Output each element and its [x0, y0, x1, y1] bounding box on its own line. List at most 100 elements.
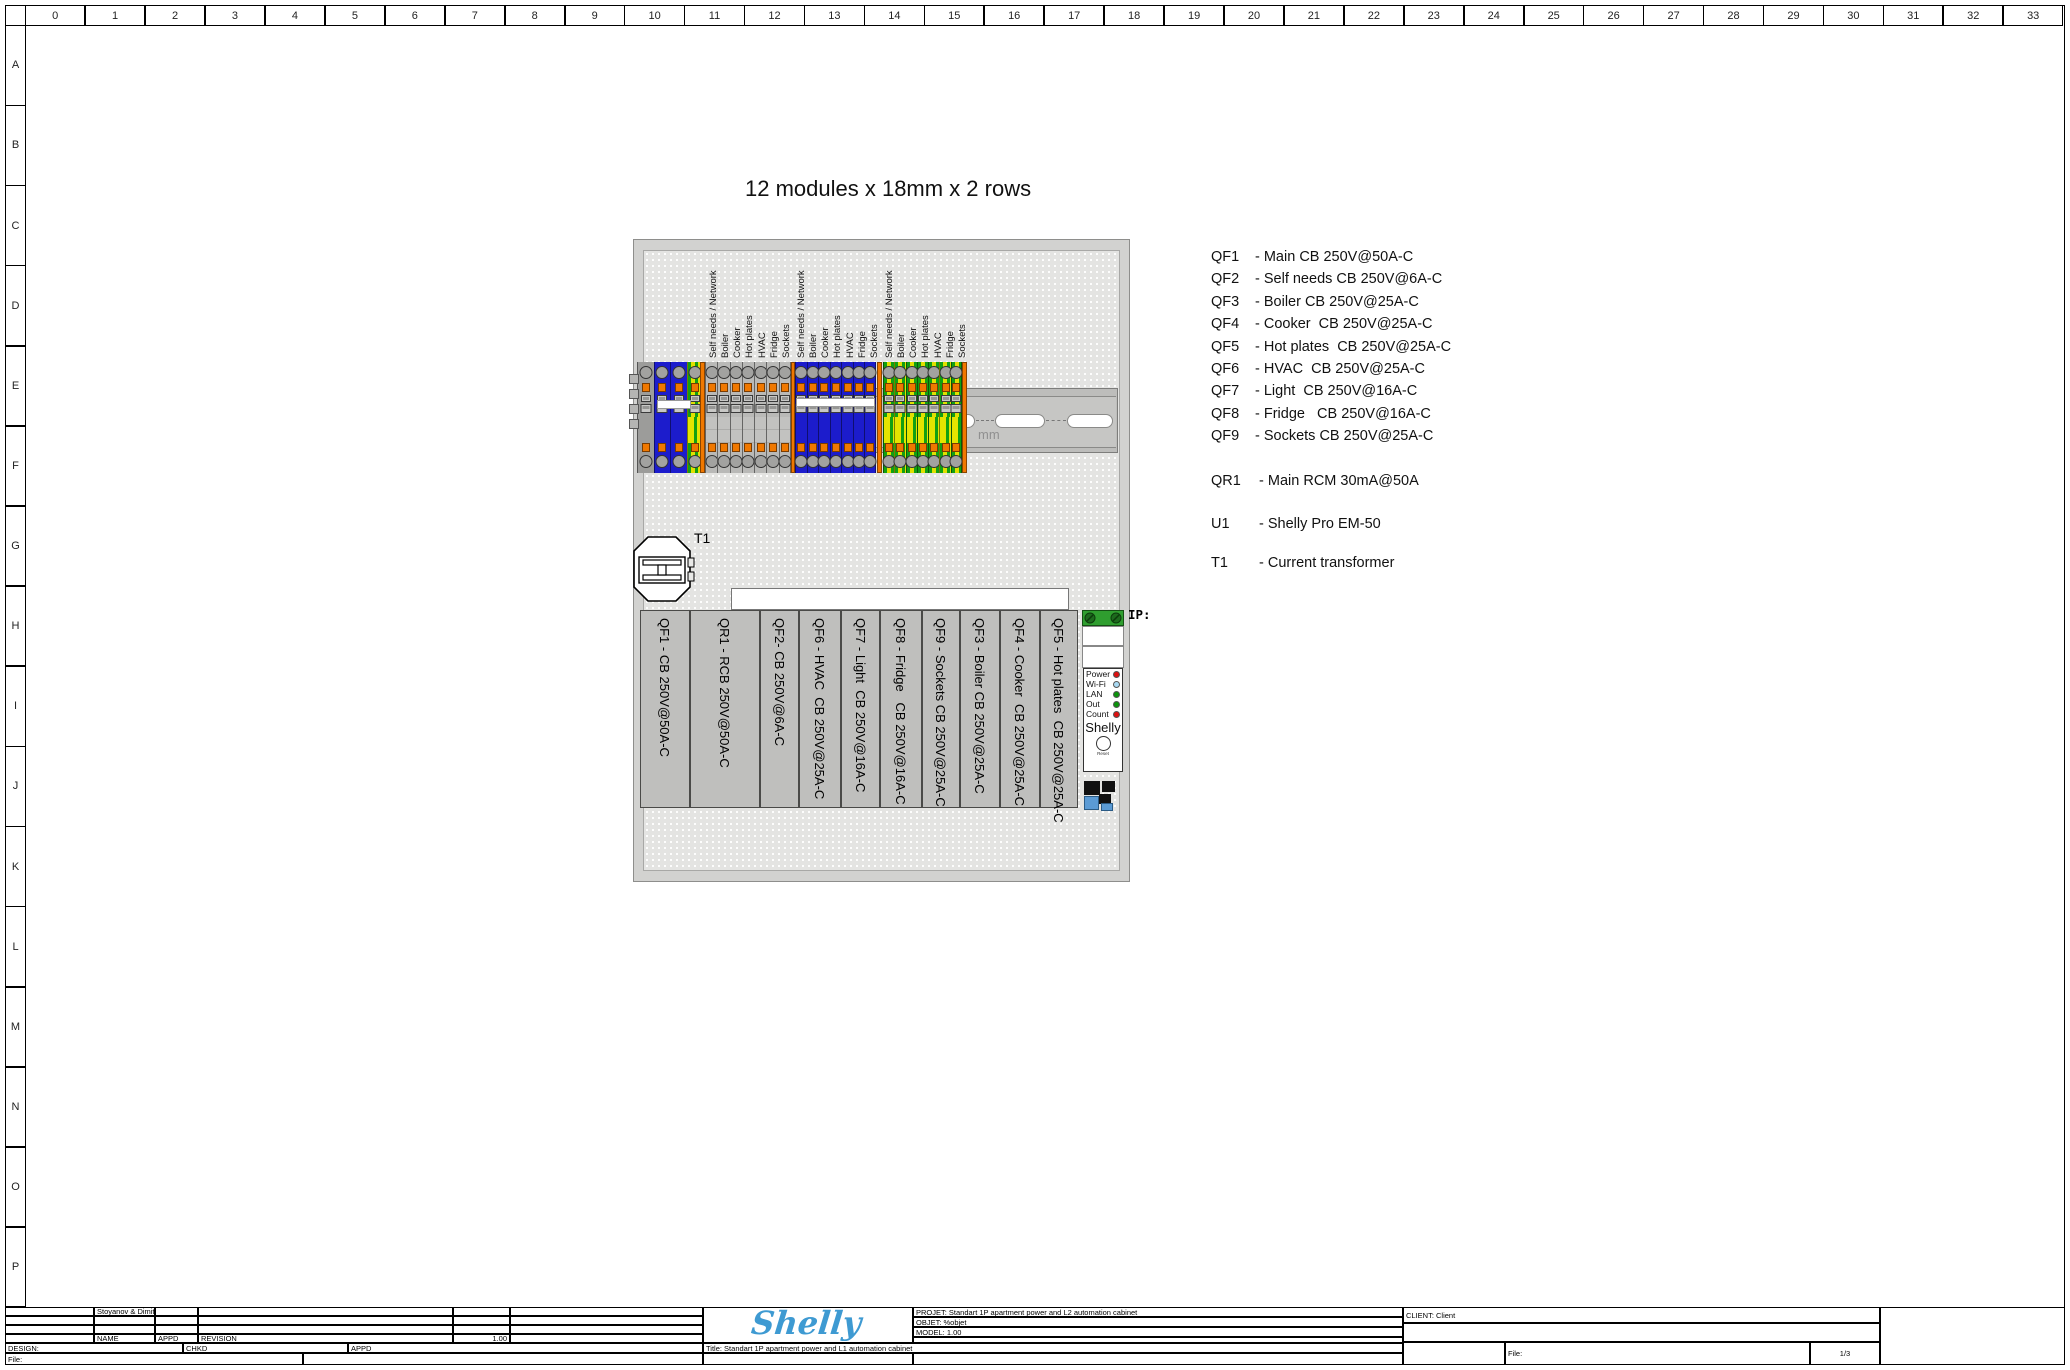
shelly-reset-label: Reset — [1084, 751, 1122, 756]
rail-centerline — [1046, 420, 1066, 421]
shelly-connector — [1102, 781, 1115, 792]
terminal-lever — [919, 383, 927, 392]
circuit-label: Sockets — [957, 324, 968, 358]
tb-empty — [913, 1337, 1403, 1343]
grid-row-label: B — [5, 105, 26, 186]
tb-empty — [510, 1307, 703, 1316]
tb-empty — [155, 1316, 198, 1325]
terminal-clamp — [756, 395, 766, 402]
shelly-reset-button[interactable] — [1096, 736, 1111, 751]
shelly-device[interactable]: PowerWi-FiLANOutCount Shelly Reset — [1082, 610, 1124, 818]
tb-empty — [510, 1325, 703, 1334]
tb-client: CLIENT: Client — [1403, 1307, 1880, 1323]
tb-revision-value: 1.00 — [453, 1334, 510, 1343]
grid-column-label: 23 — [1404, 5, 1464, 26]
terminal-clamp — [918, 395, 928, 402]
pe-stripe — [940, 417, 950, 443]
terminal-module — [717, 362, 729, 473]
circuit-label: Cooker — [908, 327, 919, 358]
legend-item: QF1- Main CB 250V@50A-C — [1211, 246, 1451, 268]
terminal-clamp — [641, 395, 651, 402]
shelly-logo: Shelly — [705, 1307, 911, 1341]
terminal-group-main[interactable] — [637, 362, 703, 473]
terminal-lever — [757, 443, 765, 452]
legend-item: QR1 - Main RCM 30mA@50A — [1211, 470, 1451, 492]
grid-column-label: 18 — [1104, 5, 1164, 26]
legend-desc: - Main CB 250V@50A-C — [1255, 246, 1413, 268]
terminal-lever — [675, 383, 683, 392]
grid-column-label: 28 — [1703, 5, 1763, 26]
circuit-label: Hot plates — [744, 315, 755, 358]
pe-stripe — [929, 417, 939, 443]
legend-desc: - Cooker CB 250V@25A-C — [1255, 313, 1433, 335]
circuit-label: Sockets — [781, 324, 792, 358]
terminal-clamp — [768, 404, 779, 413]
terminal-clamp — [718, 404, 729, 413]
terminal-module — [864, 362, 876, 473]
module-mid — [731, 417, 742, 443]
shelly-led-indicator — [1113, 711, 1120, 718]
tb-revision-label: REVISION — [198, 1334, 453, 1343]
terminal-lever — [866, 443, 874, 452]
terminal-lever — [720, 443, 728, 452]
tb-empty — [5, 1334, 94, 1343]
grid-column-label: 7 — [445, 5, 505, 26]
terminal-module — [730, 362, 742, 473]
terminal-clamp — [951, 395, 961, 402]
legend-ref: QF9 — [1211, 425, 1255, 447]
legend-ref: QF7 — [1211, 380, 1255, 402]
shelly-led-indicator — [1113, 701, 1120, 708]
terminal-lever — [820, 443, 828, 452]
tb-empty — [453, 1307, 510, 1316]
pe-stripe — [907, 417, 917, 443]
tb-objet: OBJET: %objet — [913, 1317, 1403, 1327]
tb-empty — [5, 1316, 94, 1325]
circuit-label: HVAC — [933, 332, 944, 358]
legend-item: QF7- Light CB 250V@16A-C — [1211, 380, 1451, 402]
current-transformer[interactable] — [631, 536, 695, 604]
grid-column-label: 17 — [1044, 5, 1104, 26]
grid-row-label: A — [5, 25, 26, 106]
legend-desc: - HVAC CB 250V@25A-C — [1255, 358, 1425, 380]
label-strip — [796, 398, 875, 407]
tb-empty — [198, 1307, 453, 1316]
terminal-group-pe[interactable] — [883, 362, 962, 473]
legend-ref: QF5 — [1211, 336, 1255, 358]
terminal-lever — [930, 443, 938, 452]
terminal-clamp — [707, 395, 717, 402]
terminal-port — [639, 455, 652, 468]
terminal-clamp — [907, 395, 917, 402]
tb-appd-label-2: APPD — [348, 1343, 703, 1353]
terminal-lever — [744, 443, 752, 452]
legend-item: QF6- HVAC CB 250V@25A-C — [1211, 358, 1451, 380]
grid-row-label: P — [5, 1227, 26, 1308]
legend-item: U1 - Shelly Pro EM-50 — [1211, 513, 1451, 535]
grid-column-label: 12 — [744, 5, 804, 26]
module-mid — [743, 417, 754, 443]
busbar-cover[interactable] — [731, 588, 1069, 610]
grid-column-label: 4 — [265, 5, 325, 26]
terminal-port — [730, 455, 743, 468]
terminal-clamp — [743, 404, 754, 413]
terminal-lever — [797, 443, 805, 452]
pe-stripe — [895, 417, 905, 443]
legend-desc: - Fridge CB 250V@16A-C — [1255, 403, 1431, 425]
terminal-lever — [952, 383, 960, 392]
terminal-lever — [642, 383, 650, 392]
terminal-group-grey[interactable] — [705, 362, 791, 473]
shelly-led-row: Out — [1084, 699, 1122, 709]
terminal-lever — [832, 383, 840, 392]
shelly-addon — [1101, 803, 1113, 811]
tb-empty — [198, 1325, 453, 1334]
legend-ref: QF1 — [1211, 246, 1255, 268]
legend-ref: QF3 — [1211, 291, 1255, 313]
shelly-led-label: Wi-Fi — [1086, 679, 1106, 689]
terminal-lever — [885, 383, 893, 392]
terminal-lever — [769, 383, 777, 392]
tb-projet: PROJET: Standart 1P apartment power and … — [913, 1307, 1403, 1317]
shelly-addon — [1084, 796, 1099, 810]
terminal-group-blue[interactable] — [795, 362, 876, 473]
tb-company: Stoyanov & Dimitrov — [94, 1307, 155, 1316]
grid-column-label: 13 — [804, 5, 864, 26]
terminal-module — [742, 362, 754, 473]
